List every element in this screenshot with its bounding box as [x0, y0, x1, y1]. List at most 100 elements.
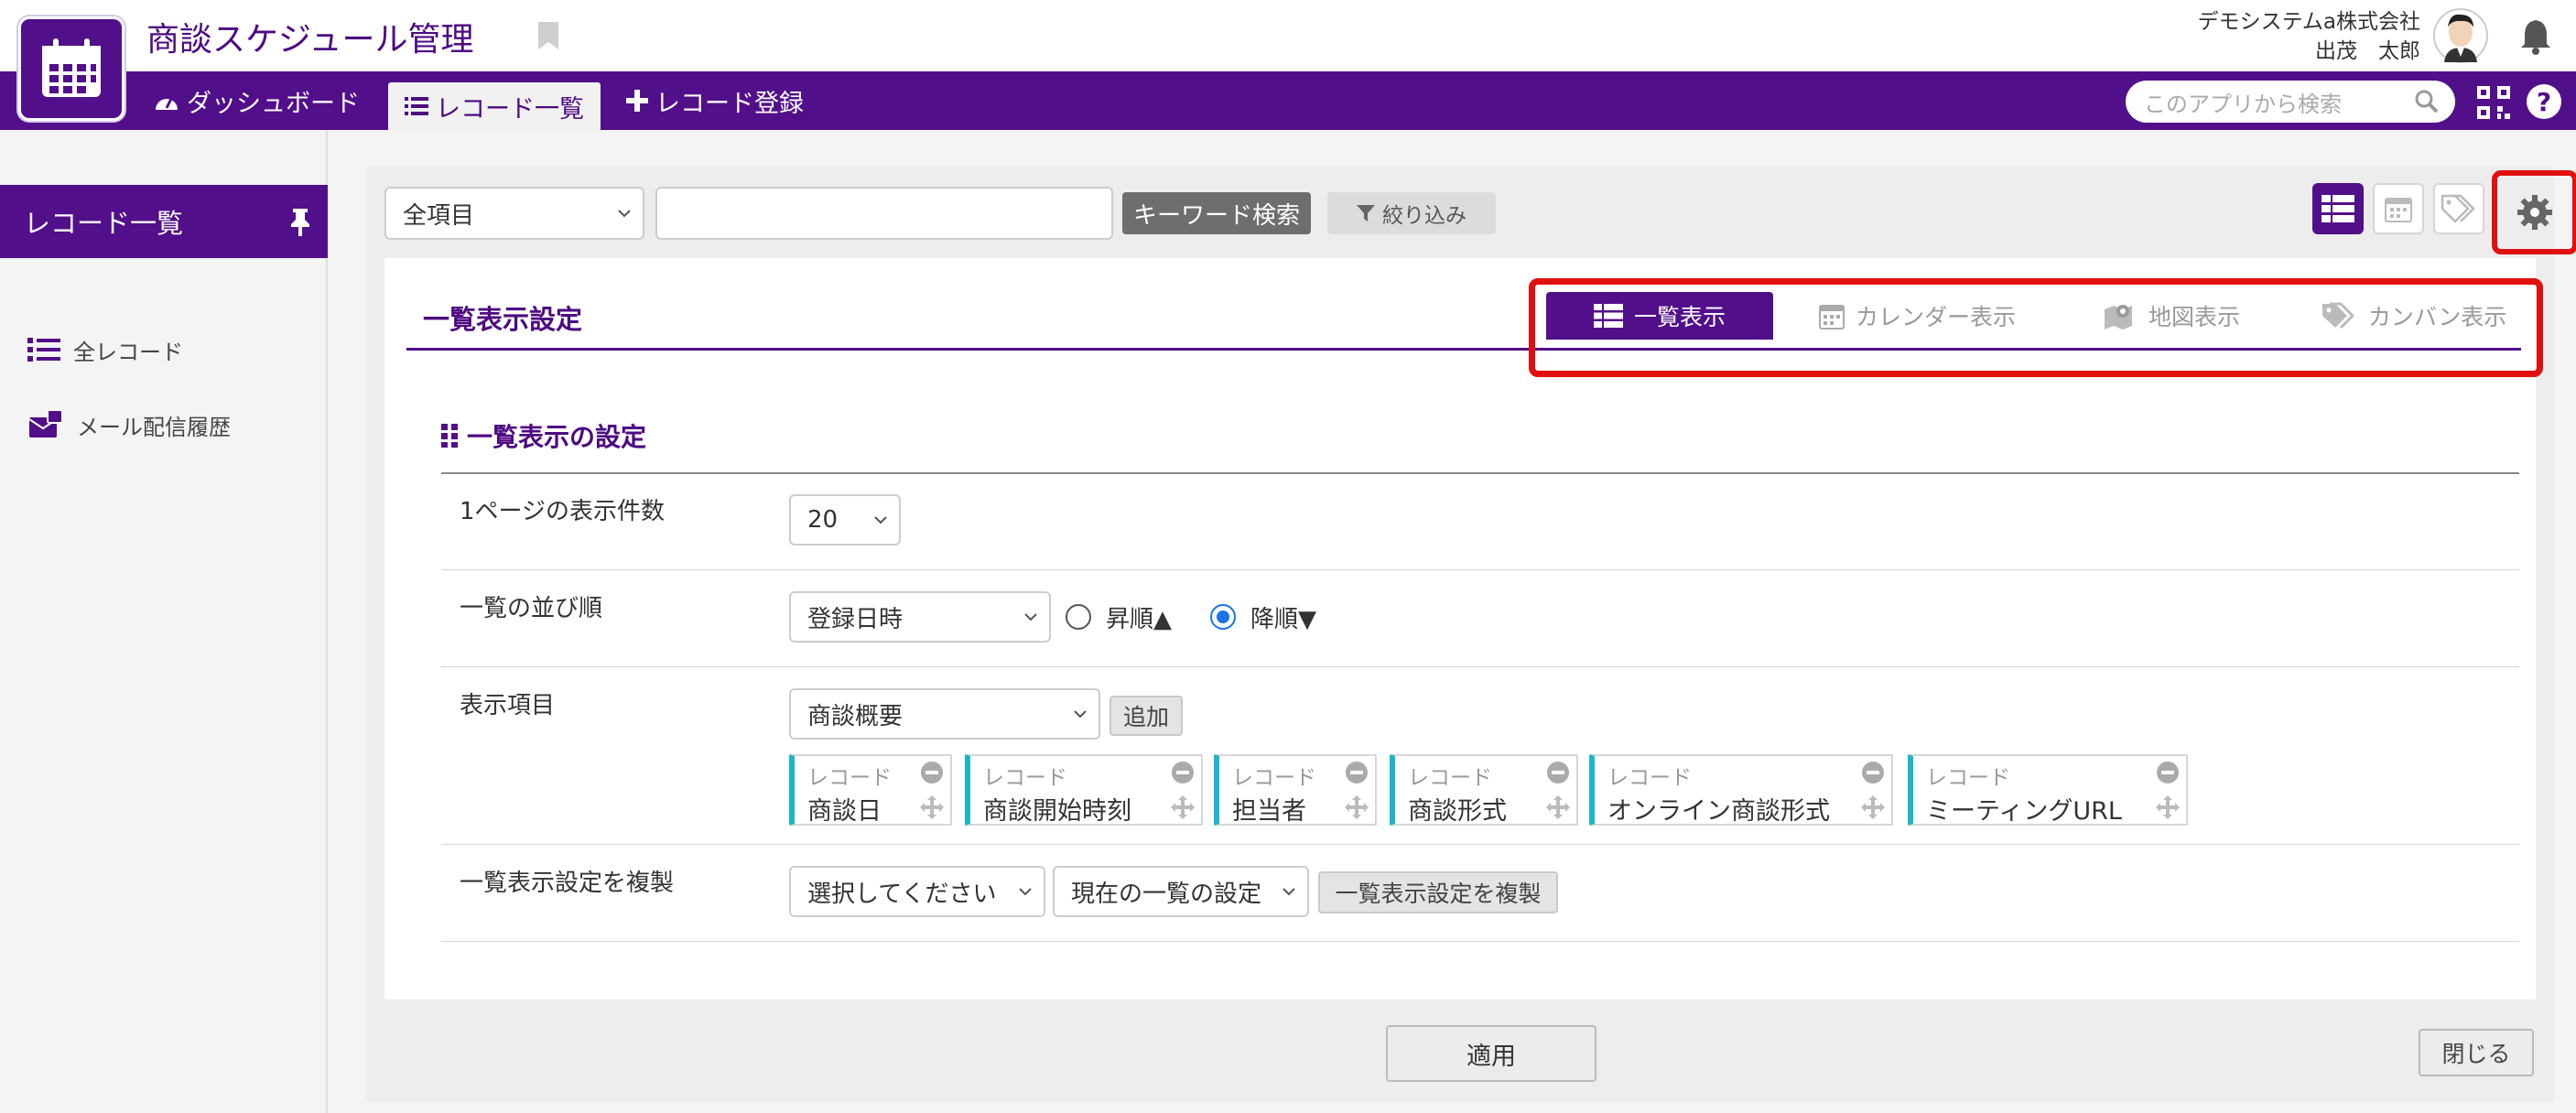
- user-name: 出茂 太郎: [2315, 39, 2420, 63]
- field-select-value: 全項目: [403, 201, 475, 230]
- row-divider: [441, 666, 2519, 667]
- sort-field-select[interactable]: 登録日時: [789, 591, 1051, 643]
- app-header: 商談スケジュール管理 デモシステムa株式会社 出茂 太郎: [0, 0, 2576, 71]
- display-field-value: 商談概要: [807, 702, 904, 730]
- chip-source: レコード: [1232, 766, 1316, 790]
- nav-label: ダッシュボード: [187, 89, 360, 118]
- section-divider: [441, 472, 2519, 474]
- app-logo[interactable]: [18, 16, 124, 121]
- main-panel: 全項目 キーワード検索 絞り込み 一覧表示設定 一覧表示 カレンダー表示 地図表…: [366, 167, 2576, 1102]
- main-nav: ダッシュボード レコード一覧 レコード登録 このアプリから検索 ?: [0, 71, 2576, 130]
- calendar-icon: [2385, 198, 2412, 222]
- copy-target-select[interactable]: 現在の一覧の設定: [1053, 866, 1309, 917]
- sidebar-item-mail-history[interactable]: メール配信履歴: [27, 405, 231, 445]
- field-chip[interactable]: レコード 担当者: [1214, 754, 1377, 826]
- sort-desc-radio[interactable]: [1210, 604, 1236, 630]
- list-view-button[interactable]: [2312, 183, 2364, 234]
- remove-icon[interactable]: [1346, 762, 1368, 783]
- copy-source-select[interactable]: 選択してください: [789, 866, 1045, 917]
- tab-label: カレンダー表示: [1856, 304, 2017, 330]
- sort-asc-label[interactable]: 昇順▲: [1106, 600, 1172, 634]
- search-icon[interactable]: [2415, 90, 2439, 113]
- calendar-view-button[interactable]: [2373, 183, 2424, 234]
- field-select[interactable]: 全項目: [384, 187, 644, 240]
- nav-record-register[interactable]: レコード登録: [626, 71, 804, 130]
- chip-name: ミーティングURL: [1926, 797, 2122, 826]
- tab-kanban-view[interactable]: カンバン表示: [2321, 292, 2506, 340]
- copy-settings-label: 一覧表示設定を複製: [460, 870, 675, 897]
- keyword-input[interactable]: [655, 187, 1113, 240]
- add-field-button[interactable]: 追加: [1109, 696, 1183, 736]
- tab-calendar-view[interactable]: カレンダー表示: [1819, 292, 2016, 340]
- dashboard-icon: [156, 96, 178, 110]
- table-icon: [2322, 195, 2354, 222]
- move-icon[interactable]: [1860, 794, 1886, 820]
- filter-button[interactable]: 絞り込み: [1327, 192, 1496, 234]
- tab-list-view[interactable]: 一覧表示: [1546, 292, 1773, 340]
- avatar[interactable]: [2433, 7, 2488, 64]
- remove-icon[interactable]: [1862, 762, 1884, 783]
- settings-button-highlight[interactable]: [2492, 170, 2576, 254]
- field-chip[interactable]: レコード ミーティングURL: [1908, 754, 2188, 826]
- field-chip[interactable]: レコード 商談開始時刻: [965, 754, 1203, 826]
- chevron-down-icon: [1024, 613, 1037, 621]
- keyword-search-button[interactable]: キーワード検索: [1122, 192, 1311, 234]
- table-icon: [1593, 304, 1623, 328]
- kanban-view-button[interactable]: [2433, 183, 2484, 234]
- qr-code-icon[interactable]: [2477, 86, 2510, 119]
- calendar-icon: [1819, 305, 1845, 330]
- remove-icon[interactable]: [2157, 762, 2179, 783]
- move-icon[interactable]: [1344, 794, 1369, 820]
- sort-desc-label[interactable]: 降順▼: [1250, 600, 1316, 634]
- sidebar: レコード一覧 全レコード メール配信履歴: [0, 130, 328, 1113]
- sidebar-item-all-records[interactable]: 全レコード: [27, 330, 183, 370]
- bell-icon[interactable]: [2517, 16, 2554, 55]
- nav-record-list[interactable]: レコード一覧: [388, 82, 601, 130]
- remove-icon[interactable]: [1172, 762, 1194, 783]
- sort-asc-radio[interactable]: [1066, 604, 1091, 630]
- sidebar-item-label: 全レコード: [73, 339, 183, 365]
- chevron-down-icon: [1283, 888, 1295, 896]
- app-title: 商談スケジュール管理: [146, 21, 474, 59]
- chip-source: レコード: [807, 766, 892, 790]
- move-icon[interactable]: [1545, 794, 1571, 820]
- view-tabs-highlight: 一覧表示 カレンダー表示 地図表示 カンバン表示: [1529, 278, 2543, 377]
- sort-label: 一覧の並び順: [460, 595, 603, 622]
- sidebar-header: レコード一覧: [0, 185, 328, 258]
- field-chip[interactable]: レコード 商談日: [789, 754, 952, 826]
- list-settings-card: 一覧表示設定 一覧表示 カレンダー表示 地図表示 カンバン表示 一覧表示の設定: [384, 258, 2543, 1000]
- chip-name: 商談形式: [1408, 797, 1507, 826]
- per-page-label: 1ページの表示件数: [460, 498, 666, 525]
- company-name: デモシステムa株式会社: [2197, 10, 2420, 34]
- per-page-select[interactable]: 20: [789, 494, 901, 546]
- section-title: 一覧表示の設定: [441, 417, 646, 454]
- field-chip[interactable]: レコード 商談形式: [1390, 754, 1578, 826]
- move-icon[interactable]: [2155, 794, 2181, 820]
- field-chip[interactable]: レコード オンライン商談形式: [1589, 754, 1893, 826]
- close-button[interactable]: 閉じる: [2419, 1029, 2534, 1076]
- tab-map-view[interactable]: 地図表示: [2105, 292, 2240, 340]
- nav-label: レコード一覧: [436, 94, 584, 124]
- move-icon[interactable]: [919, 794, 945, 820]
- app-search-input[interactable]: このアプリから検索: [2126, 81, 2455, 123]
- copy-settings-button[interactable]: 一覧表示設定を複製: [1318, 871, 1558, 913]
- nav-dashboard[interactable]: ダッシュボード: [154, 71, 360, 130]
- chip-source: レコード: [983, 766, 1067, 790]
- per-page-value: 20: [807, 506, 839, 534]
- remove-icon[interactable]: [1547, 762, 1569, 783]
- pin-icon[interactable]: [287, 207, 313, 236]
- chip-source: レコード: [1408, 766, 1492, 790]
- mail-history-icon: [28, 409, 63, 438]
- user-info: デモシステムa株式会社 出茂 太郎: [2198, 7, 2420, 66]
- move-icon[interactable]: [1170, 794, 1196, 820]
- map-icon: [2105, 305, 2132, 330]
- remove-icon[interactable]: [921, 762, 943, 783]
- tag-icon: [2441, 194, 2475, 223]
- apply-button[interactable]: 適用: [1386, 1025, 1596, 1082]
- help-icon[interactable]: ?: [2527, 84, 2561, 119]
- list-icon: [27, 338, 60, 362]
- calendar-icon: [42, 38, 101, 97]
- bookmark-icon[interactable]: [536, 20, 560, 51]
- row-divider: [441, 844, 2519, 845]
- display-field-select[interactable]: 商談概要: [789, 688, 1100, 740]
